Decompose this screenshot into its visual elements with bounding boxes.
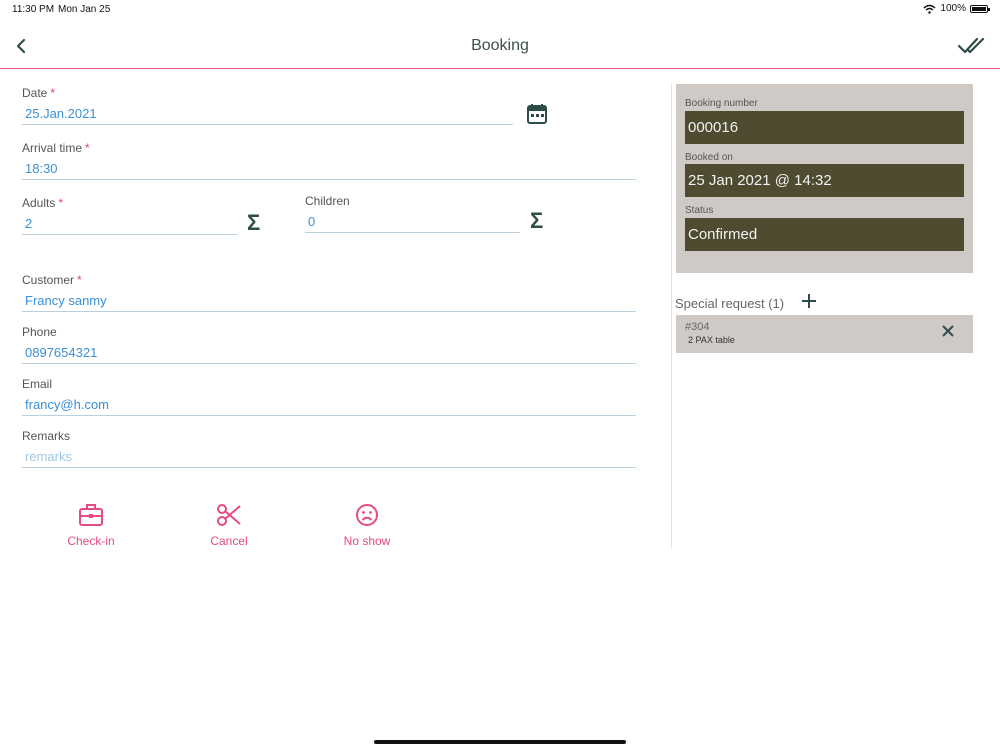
remarks-field: Remarks remarks: [22, 429, 636, 468]
children-input[interactable]: 0: [305, 214, 520, 233]
status-time: 11:30 PM: [12, 4, 55, 15]
date-input[interactable]: 25.Jan.2021: [22, 106, 513, 125]
booking-info-panel: Booking number 000016 Booked on 25 Jan 2…: [676, 84, 973, 273]
check-in-button[interactable]: Check-in: [46, 503, 136, 548]
special-request-item[interactable]: #304 2 PAX table: [676, 315, 973, 353]
check-in-label: Check-in: [67, 534, 115, 548]
children-field: Children 0: [305, 194, 520, 233]
phone-field: Phone 0897654321: [22, 325, 636, 364]
add-icon[interactable]: [800, 292, 818, 310]
arrival-time-field: Arrival time * 18:30: [22, 141, 636, 180]
sad-face-icon: [356, 504, 378, 526]
status-date: Mon Jan 25: [58, 4, 111, 15]
special-request-header: Special request (1): [675, 296, 785, 311]
arrival-time-label: Arrival time: [22, 141, 83, 155]
adults-input[interactable]: 2: [22, 216, 237, 235]
cancel-button[interactable]: Cancel: [184, 503, 274, 548]
arrival-time-input[interactable]: 18:30: [22, 161, 636, 180]
page-title: Booking: [471, 37, 529, 54]
booking-number-label: Booking number: [685, 98, 758, 109]
required-mark: *: [85, 141, 90, 155]
nav-bar: Booking: [0, 20, 1000, 69]
calendar-icon[interactable]: [526, 103, 548, 125]
status-right: 100%: [923, 3, 990, 14]
home-indicator[interactable]: [374, 740, 626, 744]
email-field: Email francy@h.com: [22, 377, 636, 416]
children-label: Children: [305, 194, 350, 208]
phone-input[interactable]: 0897654321: [22, 345, 636, 364]
date-field: Date * 25.Jan.2021: [22, 86, 513, 125]
required-mark: *: [50, 86, 56, 100]
battery-icon: [970, 4, 990, 13]
battery-percent: 100%: [940, 3, 966, 14]
double-check-icon[interactable]: [958, 36, 986, 56]
briefcase-icon: [79, 504, 103, 526]
adults-field: Adults * 2: [22, 196, 237, 235]
status-value: Confirmed: [685, 218, 964, 251]
booked-on-value: 25 Jan 2021 @ 14:32: [685, 164, 964, 197]
customer-field: Customer * Francy sanmy: [22, 273, 636, 312]
required-mark: *: [58, 196, 64, 210]
booked-on-label: Booked on: [685, 152, 733, 163]
adults-label: Adults: [22, 196, 56, 210]
special-request-number: #304: [685, 321, 710, 333]
scissors-icon: [217, 504, 241, 526]
date-label: Date: [22, 86, 48, 100]
adults-sum-button[interactable]: Σ: [247, 210, 260, 236]
no-show-label: No show: [343, 534, 391, 548]
remarks-label: Remarks: [22, 429, 71, 443]
wifi-icon: [923, 4, 936, 14]
phone-label: Phone: [22, 325, 57, 339]
customer-label: Customer: [22, 273, 75, 287]
cancel-label: Cancel: [210, 534, 248, 548]
status-label: Status: [685, 205, 714, 216]
email-input[interactable]: francy@h.com: [22, 397, 636, 416]
special-request-description: 2 PAX table: [688, 335, 735, 345]
children-sum-button[interactable]: Σ: [530, 208, 543, 234]
required-mark: *: [77, 273, 82, 287]
remarks-input[interactable]: remarks: [22, 449, 636, 468]
booking-number-value: 000016: [685, 111, 964, 144]
close-icon[interactable]: [941, 324, 955, 338]
vertical-divider: [671, 84, 672, 548]
status-bar: 11:30 PM Mon Jan 25 100%: [0, 0, 1000, 20]
email-label: Email: [22, 377, 53, 391]
customer-input[interactable]: Francy sanmy: [22, 293, 636, 312]
no-show-button[interactable]: No show: [322, 503, 412, 548]
